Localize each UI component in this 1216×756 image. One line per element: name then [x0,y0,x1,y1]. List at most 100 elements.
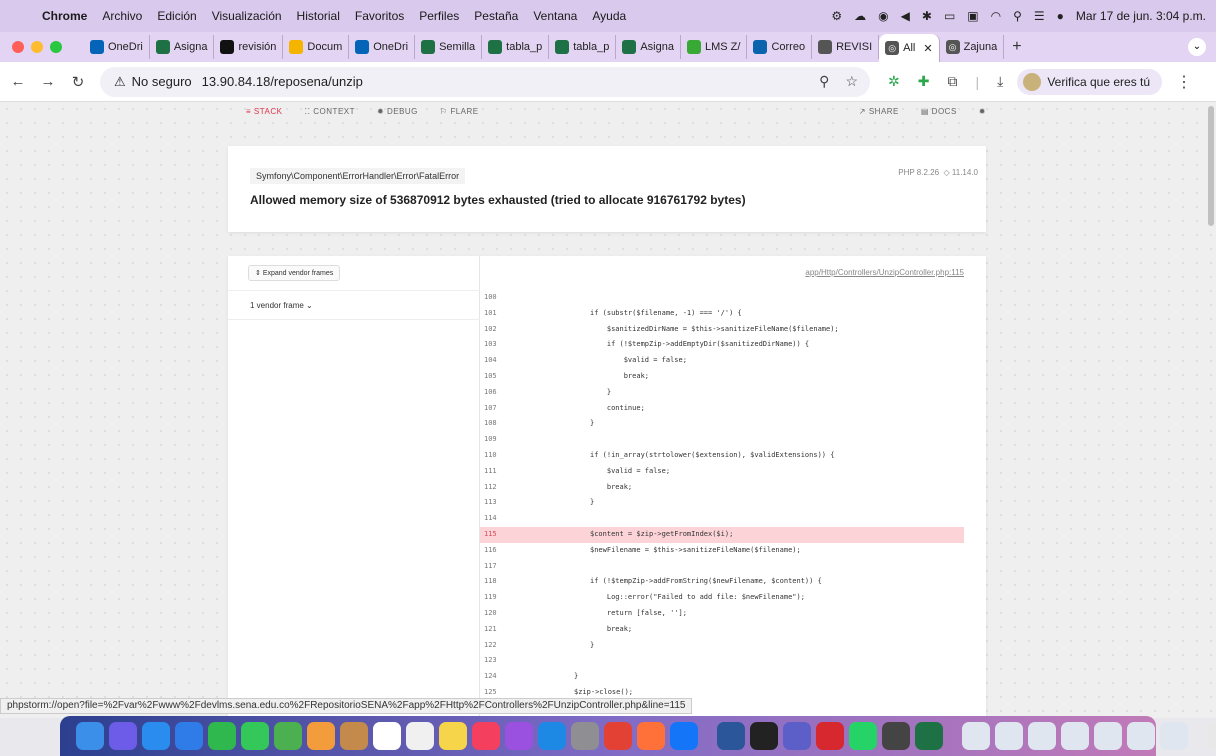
code-line[interactable]: 103 if (!$tempZip->addEmptyDir($sanitize… [480,337,986,353]
exception-class[interactable]: Symfony\Component\ErrorHandler\Error\Fat… [250,168,466,184]
menu-ventana[interactable]: Ventana [533,9,577,23]
menu-clock[interactable]: Mar 17 de jun. 3:04 p.m. [1076,9,1206,23]
menu-favoritos[interactable]: Favoritos [355,9,404,23]
tab-11[interactable]: REVISI [812,35,880,59]
code-line[interactable]: 104 $valid = false; [480,353,986,369]
menu-historial[interactable]: Historial [297,9,340,23]
notes-icon[interactable] [439,722,467,750]
code-line[interactable]: 118 if (!$tempZip->addFromString($newFile… [480,574,986,590]
code-line[interactable]: 107 continue; [480,401,986,417]
expand-vendor-frames-button[interactable]: ⇕ Expand vendor frames [248,265,341,281]
close-window-button[interactable] [12,41,24,53]
bookmark-star-icon[interactable]: ☆ [845,73,858,90]
app-store-icon[interactable] [538,722,566,750]
display-icon[interactable]: ▣ [967,9,978,23]
firefox-icon[interactable] [637,722,665,750]
url-text[interactable]: 13.90.84.18/reposena/unzip [202,74,363,89]
music-icon[interactable] [472,722,500,750]
calendar-icon[interactable] [373,722,401,750]
code-line[interactable]: 111 $valid = false; [480,464,986,480]
code-line[interactable]: 123 [480,653,986,669]
forward-arrow-icon[interactable]: → [36,73,60,90]
word-icon[interactable] [717,722,745,750]
xcode-icon[interactable] [670,722,698,750]
nav-stack[interactable]: ≡ STACK [246,107,282,116]
window-thumb-4[interactable] [1061,722,1089,750]
code-line[interactable]: 102 $sanitizedDirName = $this->sanitizeF… [480,322,986,338]
settings-gear-icon[interactable]: ✹ [979,107,986,116]
mail-icon[interactable] [175,722,203,750]
code-line[interactable]: 112 break; [480,480,986,496]
file-path-link[interactable]: app/Http/Controllers/UnzipController.php… [805,268,964,277]
reminders-icon[interactable] [406,722,434,750]
close-tab-icon[interactable]: ✕ [923,42,932,55]
launchpad-icon[interactable] [109,722,137,750]
more-menu-icon[interactable]: ⋮ [1176,72,1192,92]
code-line[interactable]: 122} [480,638,986,654]
calculator-icon[interactable] [882,722,910,750]
maps-icon[interactable] [274,722,302,750]
tab-search-button[interactable]: ⌄ [1188,38,1206,56]
safari-icon[interactable] [142,722,170,750]
tab-3[interactable]: Docum [283,35,350,59]
nav-debug[interactable]: ✹ DEBUG [377,107,418,116]
window-thumb-1[interactable] [962,722,990,750]
zoom-icon[interactable]: ⚲ [819,73,829,90]
code-line[interactable]: 108} [480,416,986,432]
code-line[interactable]: 110 if (!in_array(strtolower($extension),… [480,448,986,464]
menu-perfiles[interactable]: Perfiles [419,9,459,23]
code-line[interactable]: 113} [480,495,986,511]
tab-5[interactable]: Semilla [415,35,483,59]
extension-status-icon[interactable]: ⚙ [831,9,842,23]
window-thumb-7[interactable] [1160,722,1188,750]
photos-icon[interactable] [307,722,335,750]
reload-icon[interactable]: ↻ [66,73,90,91]
tab-4[interactable]: OneDri [349,35,416,59]
podcasts-icon[interactable] [505,722,533,750]
code-line[interactable]: 101 if (substr($filename, -1) === '/') { [480,306,986,322]
tab-zajuna[interactable]: ◎ Zajuna [940,35,1005,59]
cloud-icon[interactable]: ☁ [854,9,866,23]
siri-icon[interactable]: ● [1057,9,1064,23]
terminal-icon[interactable] [750,722,778,750]
volume-icon[interactable]: ◀ [901,9,910,23]
code-line[interactable]: 120 return [false, '']; [480,606,986,622]
spotlight-search-icon[interactable]: ⚲ [1013,9,1022,23]
bluetooth-icon[interactable]: ✱ [922,9,932,23]
window-thumb-6[interactable] [1127,722,1155,750]
code-line[interactable]: 100 [480,290,986,306]
new-tab-button[interactable]: + [1012,38,1021,56]
chrome-icon[interactable] [604,722,632,750]
tab-1[interactable]: Asigna [150,35,215,59]
page-scrollbar[interactable] [1208,106,1214,226]
battery-icon[interactable]: ▭ [944,9,955,23]
code-line[interactable]: 115 $content = $zip->getFromIndex($i); [480,526,964,543]
vendor-frame-toggle[interactable]: 1 vendor frame ⌄ [228,290,480,320]
tab-8[interactable]: Asigna [616,35,681,59]
tab-active[interactable]: ◎ All ✕ [879,34,940,62]
address-bar[interactable]: ⚠ No seguro 13.90.84.18/reposena/unzip ⚲… [100,66,870,97]
extension-plus-icon[interactable]: ✚ [918,73,930,90]
trash-icon[interactable] [1207,722,1216,750]
facetime-icon[interactable] [208,722,236,750]
window-thumb-5[interactable] [1094,722,1122,750]
window-thumb-3[interactable] [1028,722,1056,750]
code-line[interactable]: 109 [480,432,986,448]
control-center-icon[interactable]: ☰ [1034,9,1045,23]
code-line[interactable]: 119 Log::error("Failed to add file: $new… [480,590,986,606]
security-label[interactable]: No seguro [132,74,192,89]
tab-7[interactable]: tabla_p [549,35,617,59]
warning-icon[interactable]: ⚠ [114,74,126,90]
nav-context[interactable]: ⁚⁚ CONTEXT [304,107,355,116]
teams-icon[interactable] [783,722,811,750]
menu-edicion[interactable]: Edición [157,9,196,23]
tab-0[interactable]: OneDri [84,35,150,59]
window-thumb-2[interactable] [995,722,1023,750]
minimize-window-button[interactable] [31,41,43,53]
code-line[interactable]: 106 } [480,385,986,401]
settings-icon[interactable] [571,722,599,750]
code-line[interactable]: 105 break; [480,369,986,385]
download-icon[interactable]: ⤓ [997,73,1003,90]
whatsapp-icon[interactable] [849,722,877,750]
menu-pestana[interactable]: Pestaña [474,9,518,23]
